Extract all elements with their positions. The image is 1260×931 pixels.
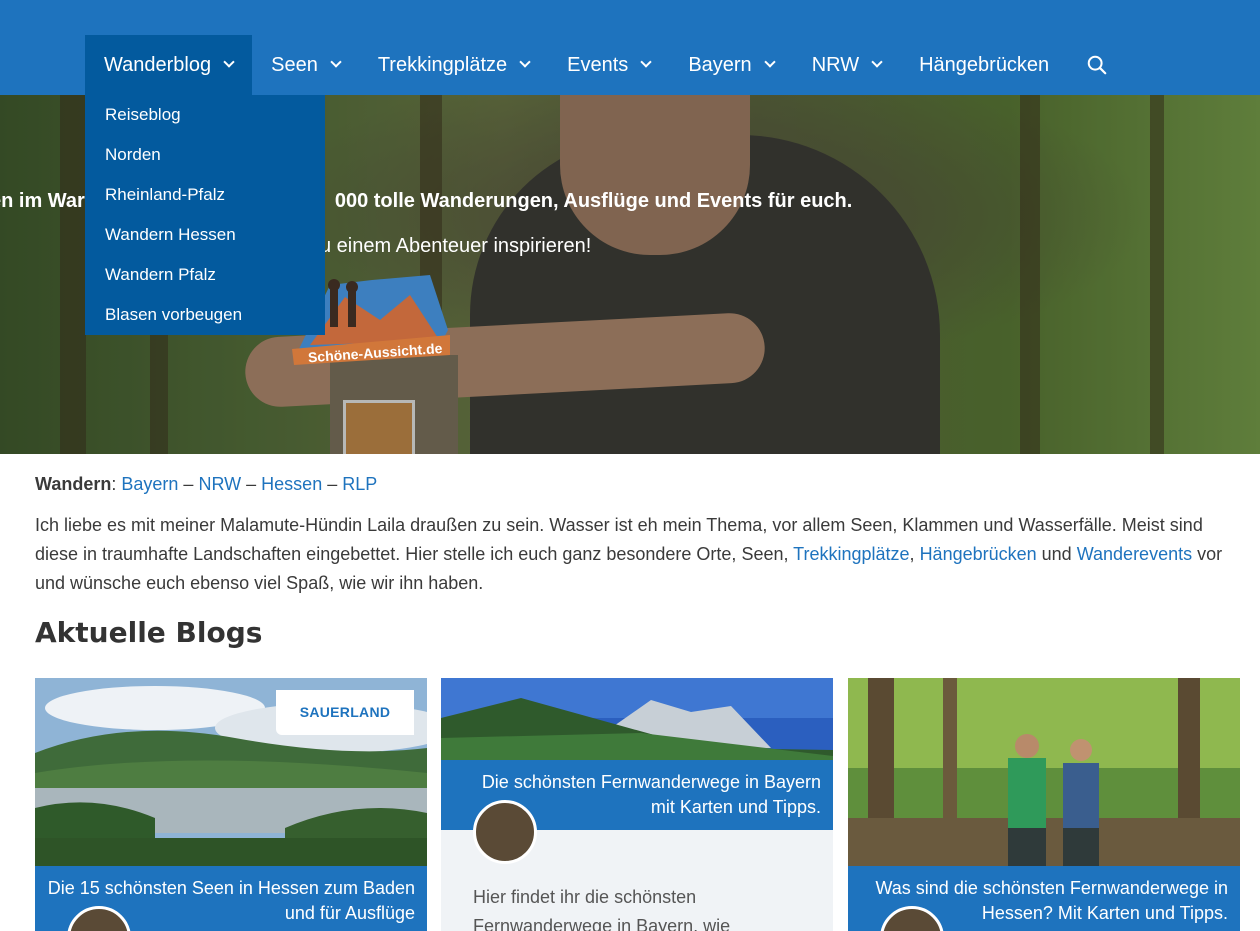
dropdown-item-wandern-hessen[interactable]: Wandern Hessen bbox=[85, 215, 325, 255]
nav-item-label: Wanderblog bbox=[104, 53, 212, 76]
nav-item-trekkingplaetze[interactable]: Trekkingplätze bbox=[359, 35, 548, 95]
nav-item-haengebruecken[interactable]: Hängebrücken bbox=[900, 35, 1068, 95]
blog-card-image-mountains bbox=[441, 678, 833, 760]
hero-tagline-left: en im War bbox=[0, 190, 85, 212]
nav-item-nrw[interactable]: NRW bbox=[793, 35, 900, 95]
separator: – bbox=[183, 474, 194, 494]
nav-item-label: NRW bbox=[811, 53, 860, 76]
intro-separator: , bbox=[909, 544, 920, 564]
nav-item-label: Hängebrücken bbox=[919, 53, 1050, 76]
link-trekkingplaetze[interactable]: Trekkingplätze bbox=[793, 544, 909, 564]
dropdown-item-blasen-vorbeugen[interactable]: Blasen vorbeugen bbox=[85, 295, 325, 335]
chevron-down-icon bbox=[519, 56, 531, 68]
intro-paragraph: Ich liebe es mit meiner Malamute-Hündin … bbox=[35, 511, 1235, 598]
link-nrw[interactable]: NRW bbox=[198, 474, 241, 494]
link-wanderevents[interactable]: Wanderevents bbox=[1077, 544, 1192, 564]
chevron-down-icon bbox=[640, 56, 652, 68]
link-bayern[interactable]: Bayern bbox=[121, 474, 178, 494]
link-haengebruecken[interactable]: Hängebrücken bbox=[920, 544, 1037, 564]
blog-card[interactable]: Die schönsten Fernwanderwege in Bayern m… bbox=[441, 678, 833, 931]
nav-item-seen[interactable]: Seen bbox=[252, 35, 359, 95]
top-navigation-bar: Wanderblog Seen Trekkingplätze Events Ba… bbox=[0, 0, 1260, 95]
main-menu: Wanderblog Seen Trekkingplätze Events Ba… bbox=[85, 35, 1126, 95]
search-button[interactable] bbox=[1068, 35, 1126, 95]
nav-item-label: Events bbox=[567, 53, 629, 76]
nav-item-label: Trekkingplätze bbox=[377, 53, 508, 76]
blog-card[interactable]: Was sind die schönsten Fernwanderwege in… bbox=[848, 678, 1240, 931]
blog-card-image-hikers bbox=[848, 678, 1240, 868]
blog-card-excerpt: Hier findet ihr die schönsten Fernwander… bbox=[473, 887, 731, 931]
nav-item-events[interactable]: Events bbox=[548, 35, 669, 95]
nav-item-label: Bayern bbox=[688, 53, 752, 76]
chevron-down-icon bbox=[871, 56, 883, 68]
author-avatar bbox=[473, 800, 537, 864]
link-rlp[interactable]: RLP bbox=[342, 474, 377, 494]
chevron-down-icon bbox=[223, 56, 235, 68]
main-content: Wandern: Bayern – NRW – Hessen – RLP Ich… bbox=[35, 470, 1235, 647]
nav-item-wanderblog[interactable]: Wanderblog bbox=[85, 35, 253, 95]
wandern-region-links: Wandern: Bayern – NRW – Hessen – RLP bbox=[35, 474, 378, 494]
intro-and: und bbox=[1036, 544, 1077, 564]
search-icon bbox=[1087, 55, 1107, 75]
hero-subtagline: zu einem Abenteuer inspirieren! bbox=[310, 235, 592, 257]
separator: – bbox=[327, 474, 338, 494]
dropdown-item-rheinland-pfalz[interactable]: Rheinland-Pfalz bbox=[85, 175, 325, 215]
nav-item-label: Seen bbox=[271, 53, 318, 76]
category-badge[interactable]: SAUERLAND bbox=[276, 690, 414, 735]
dropdown-item-wandern-pfalz[interactable]: Wandern Pfalz bbox=[85, 255, 325, 295]
nav-item-bayern[interactable]: Bayern bbox=[669, 35, 792, 95]
dropdown-item-reiseblog[interactable]: Reiseblog bbox=[85, 95, 325, 135]
hero-tagline-right: 000 tolle Wanderungen, Ausflüge und Even… bbox=[334, 190, 853, 212]
dropdown-item-norden[interactable]: Norden bbox=[85, 135, 325, 175]
blogs-heading: Aktuelle Blogs bbox=[35, 616, 263, 649]
wandern-label: Wandern bbox=[35, 474, 112, 494]
link-hessen[interactable]: Hessen bbox=[261, 474, 322, 494]
chevron-down-icon bbox=[764, 56, 776, 68]
wanderblog-dropdown: Reiseblog Norden Rheinland-Pfalz Wandern… bbox=[85, 95, 325, 335]
separator: – bbox=[246, 474, 257, 494]
chevron-down-icon bbox=[330, 56, 342, 68]
